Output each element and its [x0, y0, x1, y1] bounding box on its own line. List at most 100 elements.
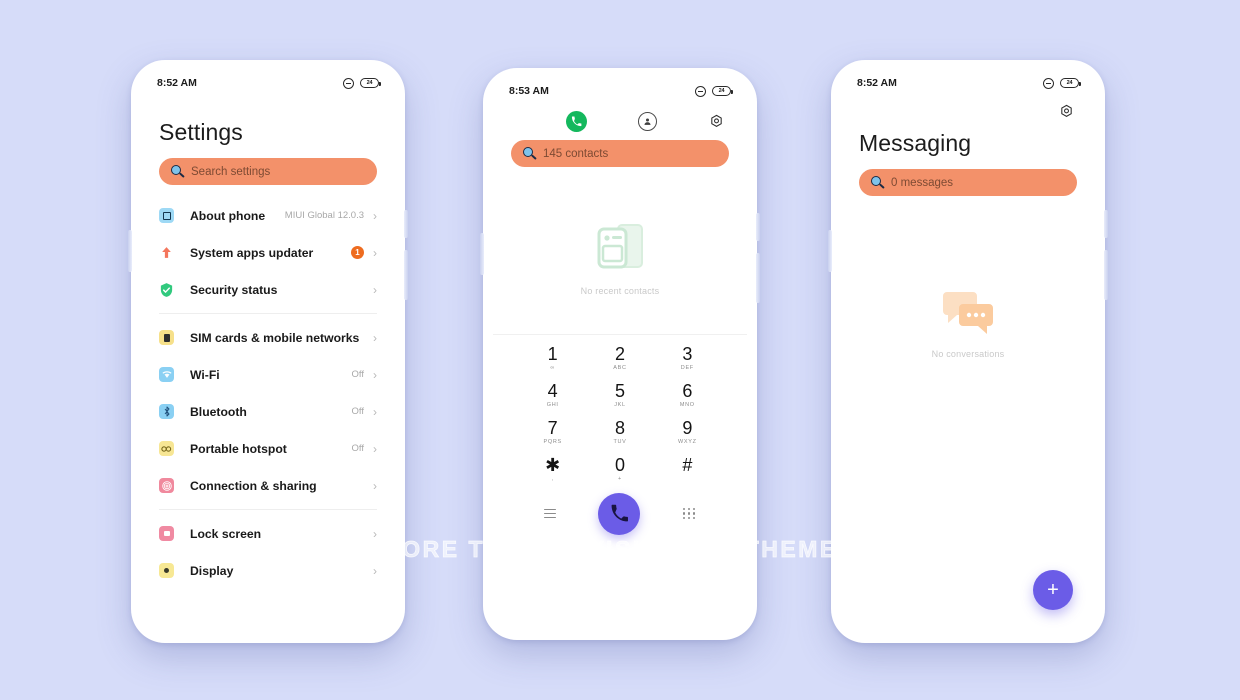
settings-row-value: Off [351, 443, 365, 454]
search-placeholder: Search settings [191, 165, 271, 178]
key-hash[interactable]: # [654, 450, 721, 487]
search-settings-bar[interactable]: Search settings [159, 158, 377, 185]
settings-row-label: SIM cards & mobile networks [190, 330, 360, 345]
key-letters: JKL [614, 401, 626, 408]
key-letters: GHI [546, 401, 559, 408]
settings-row-sim-cards-mobile-networks[interactable]: SIM cards & mobile networks › [159, 319, 377, 356]
chevron-right-icon: › [373, 330, 377, 345]
empty-state-caption: No conversations [931, 349, 1005, 359]
key-1[interactable]: 1 ∞ [519, 339, 586, 376]
chevron-right-icon: › [373, 282, 377, 297]
key-number: 9 [682, 417, 693, 438]
page-title: Messaging [859, 130, 972, 156]
battery-icon: 24 [360, 78, 381, 88]
settings-gear-icon[interactable] [1058, 103, 1075, 120]
settings-row-about-phone[interactable]: About phone MIUI Global 12.0.3 › [159, 197, 377, 234]
key-letters [654, 476, 721, 483]
settings-row-label: System apps updater [190, 245, 314, 260]
key-number: 0 [614, 454, 625, 475]
messages-count: 0 messages [891, 176, 954, 189]
messaging-search-bar[interactable]: 0 messages [859, 169, 1077, 196]
status-bar: 8:52 AM 24 [141, 69, 395, 97]
new-message-button[interactable]: + [1033, 570, 1073, 610]
phone-messaging: 8:52 AM 24 Messaging 0 messages No conve… [828, 60, 1108, 643]
settings-row-connection-sharing[interactable]: Connection & sharing › [159, 467, 377, 504]
phone-side-button [756, 213, 760, 241]
chevron-right-icon: › [373, 245, 377, 260]
key-letters: ∞ [550, 364, 555, 371]
search-icon [171, 165, 185, 178]
do-not-disturb-icon [343, 77, 354, 89]
key-5[interactable]: 5 JKL [586, 376, 653, 413]
messaging-screen: 8:52 AM 24 Messaging 0 messages No conve… [841, 69, 1095, 632]
phone-side-button [756, 253, 760, 303]
settings-row-bluetooth[interactable]: Bluetooth Off › [159, 393, 377, 430]
keypad-grid-icon[interactable] [682, 508, 696, 519]
contacts-count: 145 contacts [543, 147, 609, 160]
do-not-disturb-icon [1043, 77, 1054, 89]
call-button[interactable] [598, 492, 641, 535]
key-number: 7 [547, 417, 558, 438]
battery-level: 24 [718, 88, 725, 94]
key-number: 4 [547, 380, 558, 401]
phone-side-button [1104, 210, 1108, 238]
bluetooth-icon [159, 404, 174, 419]
key-8[interactable]: 8 TUV [586, 413, 653, 450]
display-icon [159, 563, 174, 578]
speech-bubbles-illustration [943, 292, 993, 334]
settings-row-display[interactable]: Display › [159, 552, 377, 589]
battery-icon: 24 [712, 86, 733, 96]
contacts-tab-icon[interactable] [638, 112, 657, 131]
key-number: 5 [614, 380, 625, 401]
key-letters: TUV [613, 438, 627, 445]
settings-divider [159, 509, 377, 510]
key-2[interactable]: 2 ABC [586, 339, 653, 376]
settings-row-label: Connection & sharing [190, 478, 317, 493]
status-time: 8:52 AM [157, 77, 197, 89]
dialer-top-tabs [493, 105, 747, 132]
menu-lines-icon[interactable] [544, 508, 557, 519]
key-3[interactable]: 3 DEF [654, 339, 721, 376]
battery-level: 24 [1066, 80, 1073, 86]
chevron-right-icon: › [373, 208, 377, 223]
contact-card-illustration [597, 224, 643, 269]
dialer-search-bar[interactable]: 145 contacts [511, 140, 729, 167]
key-letters: WXYZ [677, 438, 697, 445]
key-number: # [682, 454, 693, 475]
status-bar: 8:52 AM 24 [841, 69, 1095, 97]
key-4[interactable]: 4 GHI [519, 376, 586, 413]
sim-card-icon [159, 330, 174, 345]
key-0[interactable]: 0 + [586, 450, 653, 487]
keypad-row: 4 GHI 5 JKL 6 MNO [519, 376, 721, 413]
settings-row-wi-fi[interactable]: Wi-Fi Off › [159, 356, 377, 393]
settings-row-label: Wi-Fi [190, 367, 220, 382]
key-number: 6 [682, 380, 693, 401]
key-letters: , [551, 475, 554, 482]
settings-row-system-apps-updater[interactable]: System apps updater 1 › [159, 234, 377, 271]
key-star[interactable]: ✱, [519, 450, 586, 487]
dialer-empty-state: No recent contacts [493, 219, 747, 296]
phone-settings: 8:52 AM 24 Settings Search settings Abou… [128, 60, 408, 643]
settings-row-lock-screen[interactable]: Lock screen › [159, 515, 377, 552]
phone-dialer: 8:53 AM 24 145 contacts No recent contac… [480, 68, 760, 640]
settings-row-portable-hotspot[interactable]: Portable hotspot Off › [159, 430, 377, 467]
key-7[interactable]: 7 PQRS [519, 413, 586, 450]
dialer-tab-icon[interactable] [566, 111, 587, 132]
chevron-right-icon: › [373, 526, 377, 541]
chevron-right-icon: › [373, 404, 377, 419]
key-letters: DEF [680, 364, 694, 371]
phone-side-button [128, 230, 132, 272]
chevron-right-icon: › [373, 441, 377, 456]
dial-keypad: 1 ∞ 2 ABC 3 DEF 4 GHI 5 JKL 6 MNO 7 PQRS 8 TUV 9 WXYZ ✱, 0 +… [493, 339, 747, 487]
settings-row-security-status[interactable]: Security status › [159, 271, 377, 308]
connection-sharing-icon [159, 478, 174, 493]
plus-icon: + [1047, 578, 1059, 601]
key-9[interactable]: 9 WXYZ [654, 413, 721, 450]
settings-screen: 8:52 AM 24 Settings Search settings Abou… [141, 69, 395, 632]
lock-screen-icon [159, 526, 174, 541]
wifi-icon [159, 367, 174, 382]
settings-row-value: Off [351, 406, 365, 417]
key-6[interactable]: 6 MNO [654, 376, 721, 413]
settings-gear-icon[interactable] [708, 113, 725, 130]
status-time: 8:52 AM [857, 77, 897, 89]
